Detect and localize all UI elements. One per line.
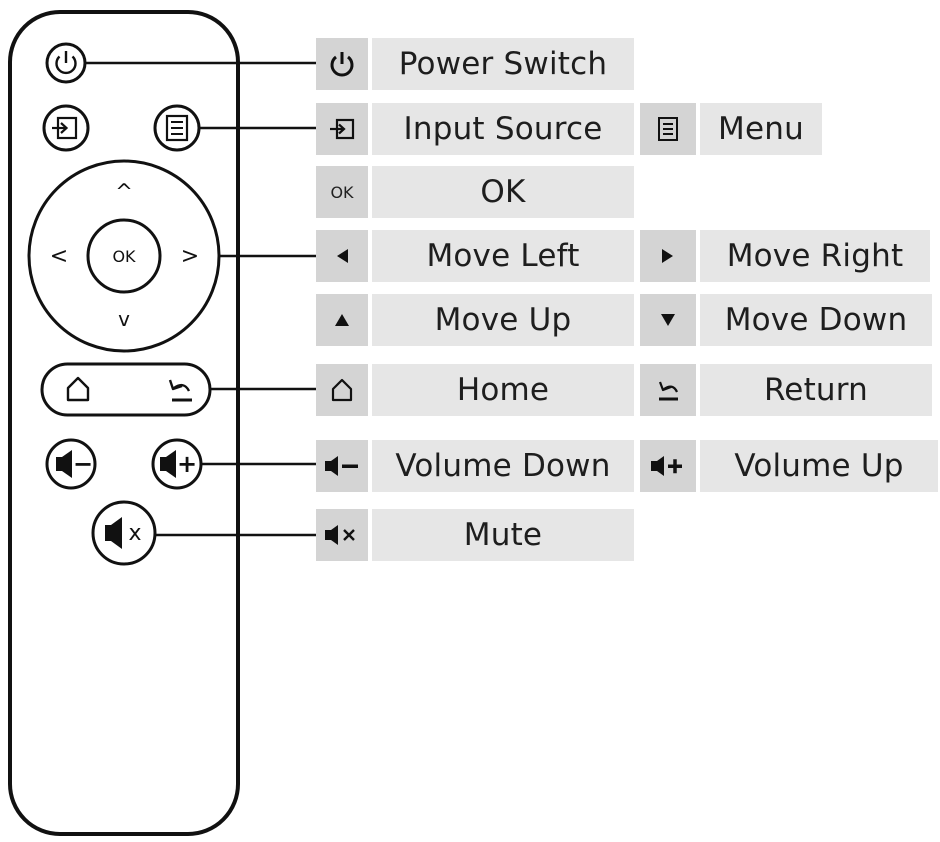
remote-power-button[interactable] (45, 42, 87, 84)
remote-dpad-right-arrow[interactable]: > (178, 241, 202, 271)
legend-power-icon-cell (316, 38, 368, 90)
remote-mute-sign: x (128, 520, 142, 546)
legend-volume-up-icon-cell (640, 440, 696, 492)
menu-icon (658, 117, 678, 141)
left-triangle-icon (337, 249, 348, 263)
legend-right-icon-cell (640, 230, 696, 282)
up-triangle-icon (335, 314, 349, 326)
remote-volume-down-sign: − (72, 450, 94, 478)
legend-menu-label: Menu (700, 103, 822, 155)
return-icon (658, 381, 679, 401)
legend-input-source-label: Input Source (372, 103, 634, 155)
legend-power-switch-label: Power Switch (372, 38, 634, 90)
remote-dpad-left-arrow[interactable]: < (47, 241, 71, 271)
legend-return-icon-cell (640, 364, 696, 416)
legend-up-icon-cell (316, 294, 368, 346)
legend-home-label: Home (372, 364, 634, 416)
remote-volume-up-sign: + (176, 450, 198, 478)
home-icon (331, 378, 353, 402)
remote-input-source-button[interactable] (42, 104, 90, 152)
legend-left-icon-cell (316, 230, 368, 282)
legend-move-down-label: Move Down (700, 294, 932, 346)
legend-move-right-label: Move Right (700, 230, 930, 282)
remote-menu-button[interactable] (153, 104, 201, 152)
power-icon (330, 52, 354, 77)
legend-input-icon-cell (316, 103, 368, 155)
legend-home-icon-cell (316, 364, 368, 416)
legend-menu-icon-cell (640, 103, 696, 155)
legend-mute-label: Mute (372, 509, 634, 561)
legend-volume-down-label: Volume Down (372, 440, 634, 492)
legend-volume-up-label: Volume Up (700, 440, 938, 492)
input-source-icon (330, 118, 355, 140)
legend-return-label: Return (700, 364, 932, 416)
legend-ok-icon-cell: OK (316, 166, 368, 218)
legend-volume-down-icon-cell (316, 440, 368, 492)
volume-down-icon (325, 456, 358, 476)
legend-move-left-label: Move Left (372, 230, 634, 282)
legend-move-up-label: Move Up (372, 294, 634, 346)
remote-dpad-down-arrow[interactable]: v (112, 305, 136, 333)
volume-up-icon (651, 456, 682, 476)
right-triangle-icon (662, 249, 673, 263)
down-triangle-icon (661, 314, 675, 326)
legend-down-icon-cell (640, 294, 696, 346)
legend-ok-label: OK (372, 166, 634, 218)
remote-ok-label: OK (112, 246, 136, 266)
mute-icon (325, 525, 355, 545)
legend-mute-icon-cell (316, 509, 368, 561)
remote-dpad-up-arrow[interactable]: ^ (112, 178, 136, 206)
